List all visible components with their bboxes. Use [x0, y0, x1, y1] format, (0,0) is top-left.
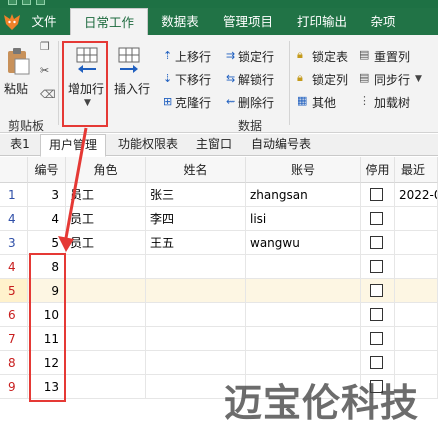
annotation-arrow [58, 127, 88, 252]
